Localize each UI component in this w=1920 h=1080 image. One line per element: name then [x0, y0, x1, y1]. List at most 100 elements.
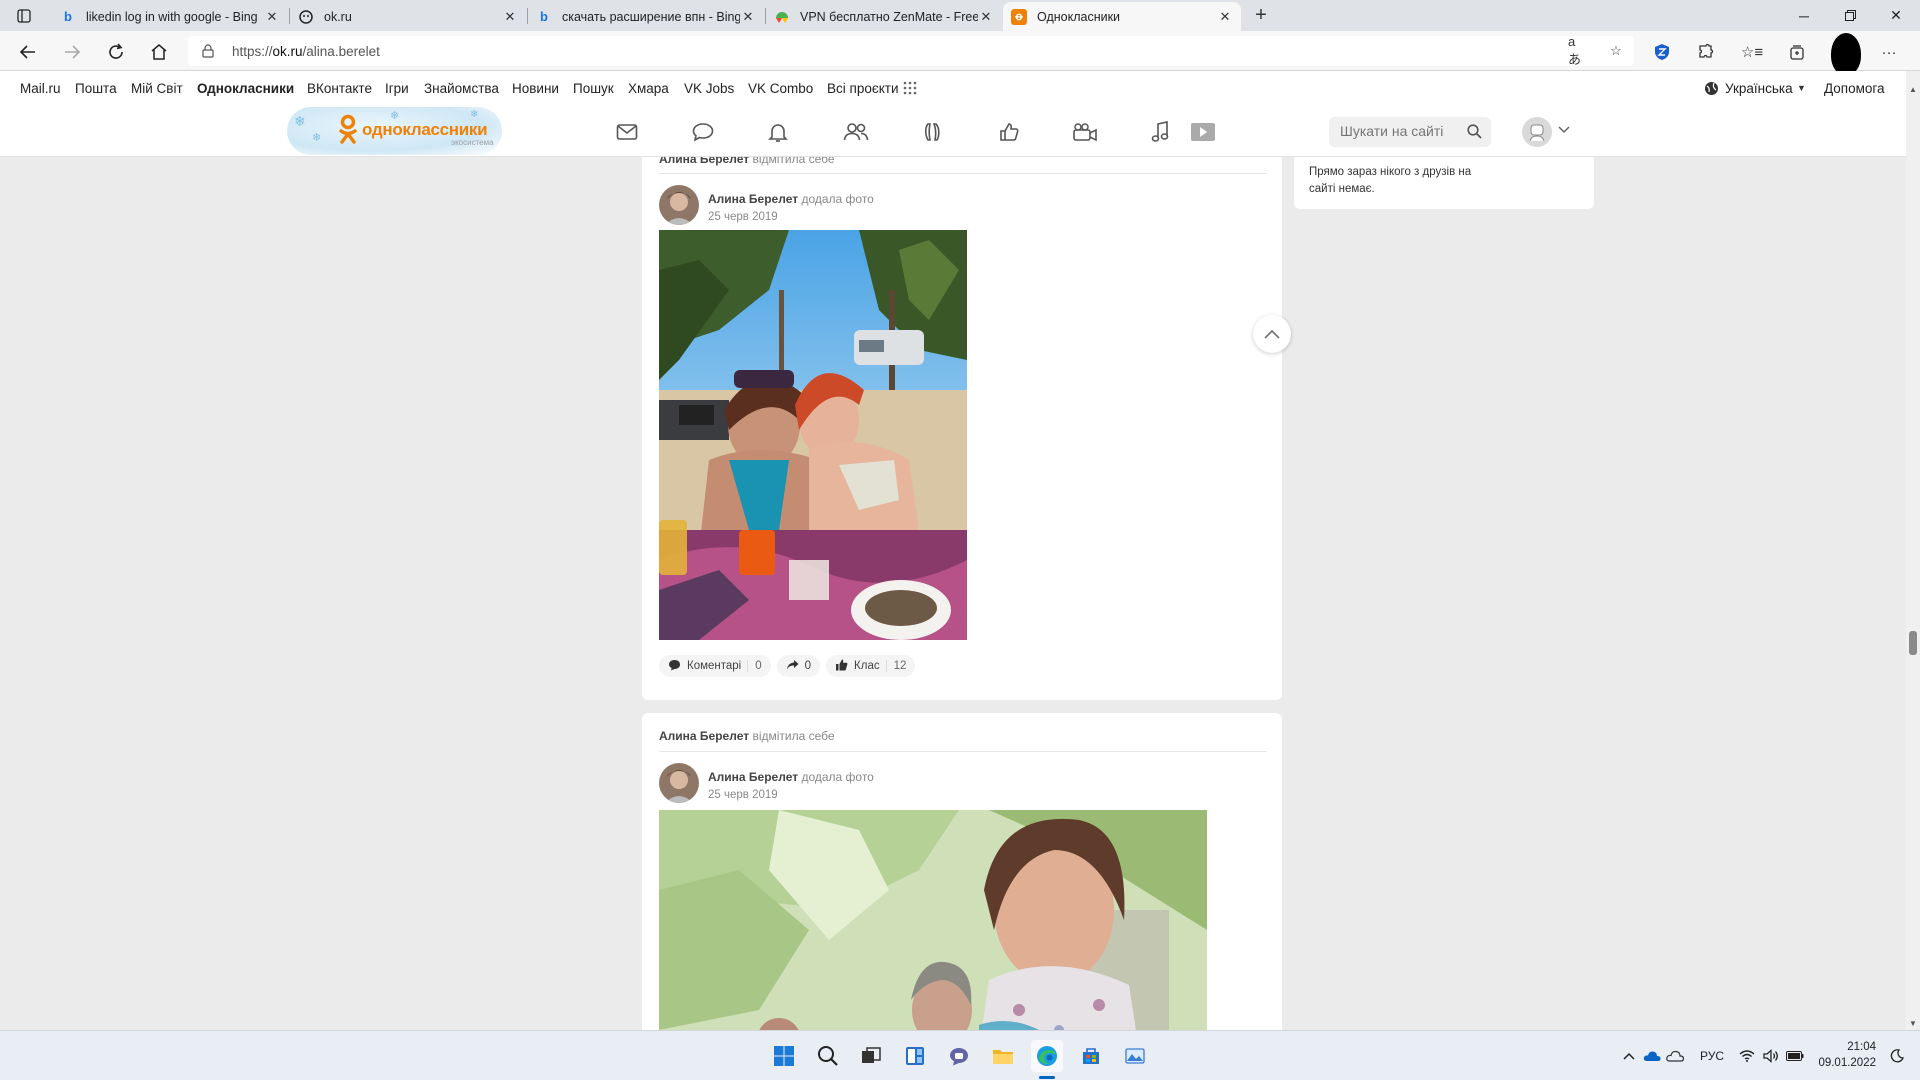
tab-close-icon[interactable]: ✕: [978, 9, 994, 25]
favorites-icon[interactable]: ☆≡: [1741, 41, 1763, 63]
page-scrollbar[interactable]: ▲ ▼: [1906, 71, 1920, 1030]
share-button[interactable]: 0: [776, 655, 821, 677]
snowflake-icon: ❄: [470, 109, 479, 120]
author-link[interactable]: Алина Берелет: [708, 192, 798, 206]
search-input[interactable]: [1340, 123, 1460, 139]
language-caret-icon[interactable]: ▼: [1797, 83, 1806, 93]
volume-icon[interactable]: [1762, 1047, 1780, 1065]
video-play-icon[interactable]: [1190, 120, 1216, 144]
profile-avatar[interactable]: [1831, 33, 1861, 75]
browser-tab[interactable]: ok.ru ✕: [290, 2, 526, 31]
scroll-to-top-button[interactable]: [1253, 315, 1291, 353]
guests-icon[interactable]: [920, 120, 946, 144]
portal-link-myworld[interactable]: Мій Світ: [131, 81, 183, 96]
wifi-icon[interactable]: [1738, 1047, 1756, 1065]
refresh-button[interactable]: [103, 39, 129, 65]
tab-close-icon[interactable]: ✕: [1217, 9, 1233, 25]
restore-button[interactable]: [1827, 0, 1873, 31]
lock-icon[interactable]: [202, 44, 214, 61]
tab-close-icon[interactable]: ✕: [502, 9, 518, 25]
search-icon[interactable]: [812, 1040, 844, 1072]
extensions-icon[interactable]: [1695, 41, 1717, 63]
post-photo[interactable]: [659, 230, 967, 640]
post-photo[interactable]: [659, 810, 1207, 1030]
chevron-down-icon[interactable]: [1558, 123, 1570, 137]
tab-title: ok.ru: [324, 9, 352, 24]
file-explorer-icon[interactable]: [987, 1040, 1019, 1072]
edge-browser-icon[interactable]: [1031, 1040, 1063, 1072]
minimize-button[interactable]: ─: [1781, 0, 1827, 31]
post-tag-line: Алина Берелет відмітила себе: [659, 729, 835, 743]
author-link[interactable]: Алина Берелет: [659, 729, 749, 743]
input-language-indicator[interactable]: РУС: [1700, 1049, 1724, 1063]
close-window-button[interactable]: ✕: [1873, 0, 1919, 31]
feed-post: Алина Берелет відмітила себе Алина Берел…: [642, 713, 1282, 1030]
battery-icon[interactable]: [1786, 1047, 1804, 1065]
tab-close-icon[interactable]: ✕: [264, 9, 280, 25]
messages-icon[interactable]: [614, 120, 640, 144]
music-icon[interactable]: [1147, 120, 1173, 144]
new-tab-button[interactable]: +: [1249, 4, 1273, 28]
portal-link-all-projects[interactable]: Всі проєкти: [827, 81, 899, 96]
author-link[interactable]: Алина Берелет: [708, 770, 798, 784]
notifications-icon[interactable]: [765, 120, 791, 144]
start-button[interactable]: [768, 1040, 800, 1072]
like-button[interactable]: Клас 12: [826, 655, 916, 677]
user-avatar[interactable]: [1522, 117, 1552, 147]
author-avatar[interactable]: [659, 185, 699, 225]
portal-link-cloud[interactable]: Хмара: [628, 81, 669, 96]
vpn-shield-icon[interactable]: [1651, 41, 1673, 63]
portal-link-mail[interactable]: Пошта: [75, 81, 117, 96]
home-button[interactable]: [146, 39, 172, 65]
help-link[interactable]: Допомога: [1824, 81, 1885, 96]
scroll-down-arrow-icon[interactable]: ▼: [1909, 1019, 1917, 1028]
url-text[interactable]: https://ok.ru/alina.berelet: [232, 44, 380, 59]
tab-title: likedin log in with google - Bing: [86, 9, 258, 24]
tab-close-icon[interactable]: ✕: [740, 9, 756, 25]
author-avatar[interactable]: [659, 763, 699, 803]
task-view-icon[interactable]: [855, 1040, 887, 1072]
video-icon[interactable]: [1072, 120, 1098, 144]
friends-icon[interactable]: [843, 120, 869, 144]
read-aloud-icon[interactable]: aあ: [1568, 34, 1588, 67]
portal-link-search[interactable]: Пошук: [573, 81, 614, 96]
teams-chat-icon[interactable]: [943, 1040, 975, 1072]
address-bar[interactable]: https://ok.ru/alina.berelet aあ ☆: [188, 34, 1634, 67]
events-icon[interactable]: [996, 120, 1022, 144]
language-selector[interactable]: Українська: [1725, 81, 1793, 96]
system-clock[interactable]: 21:04 09.01.2022: [1818, 1039, 1876, 1071]
author-link[interactable]: Алина Берелет: [659, 157, 749, 166]
chevron-up-icon[interactable]: [1620, 1047, 1638, 1065]
store-icon[interactable]: [1075, 1040, 1107, 1072]
settings-more-icon[interactable]: ···: [1878, 41, 1900, 63]
widgets-icon[interactable]: [899, 1040, 931, 1072]
collections-icon[interactable]: [1786, 41, 1808, 63]
portal-link-news[interactable]: Новини: [512, 81, 559, 96]
portal-link-ok[interactable]: Однокласники: [197, 81, 294, 96]
portal-link-mailru[interactable]: Mail.ru: [20, 81, 61, 96]
comments-button[interactable]: Коментарі 0: [659, 655, 771, 677]
tab-actions-icon[interactable]: [10, 6, 38, 26]
forward-button[interactable]: [59, 39, 85, 65]
browser-tab[interactable]: b likedin log in with google - Bing ✕: [52, 2, 288, 31]
scroll-up-arrow-icon[interactable]: ▲: [1909, 85, 1917, 94]
browser-tab[interactable]: b скачать расширение впн - Bing ✕: [528, 2, 764, 31]
search-icon[interactable]: [1467, 124, 1482, 142]
discussions-icon[interactable]: [690, 120, 716, 144]
browser-tab-active[interactable]: ꝋ Однокласники ✕: [1003, 2, 1241, 31]
comments-label: Коментарі: [687, 660, 742, 672]
scroll-thumb[interactable]: [1909, 631, 1917, 655]
notifications-moon-icon[interactable]: [1888, 1047, 1906, 1065]
grid-apps-icon[interactable]: [903, 81, 917, 98]
onedrive-icon[interactable]: [1643, 1047, 1661, 1065]
portal-link-vkcombo[interactable]: VK Combo: [748, 81, 813, 96]
photos-app-icon[interactable]: [1119, 1040, 1151, 1072]
portal-link-vkjobs[interactable]: VK Jobs: [684, 81, 734, 96]
add-favorite-icon[interactable]: ☆: [1606, 42, 1626, 60]
browser-tab[interactable]: VPN бесплатно ZenMate - Free ✕: [766, 2, 1002, 31]
portal-link-dating[interactable]: Знайомства: [424, 81, 499, 96]
portal-link-games[interactable]: Ігри: [385, 81, 409, 96]
portal-link-vk[interactable]: ВКонтакте: [307, 81, 372, 96]
onedrive-personal-icon[interactable]: [1666, 1047, 1684, 1065]
back-button[interactable]: [15, 39, 41, 65]
